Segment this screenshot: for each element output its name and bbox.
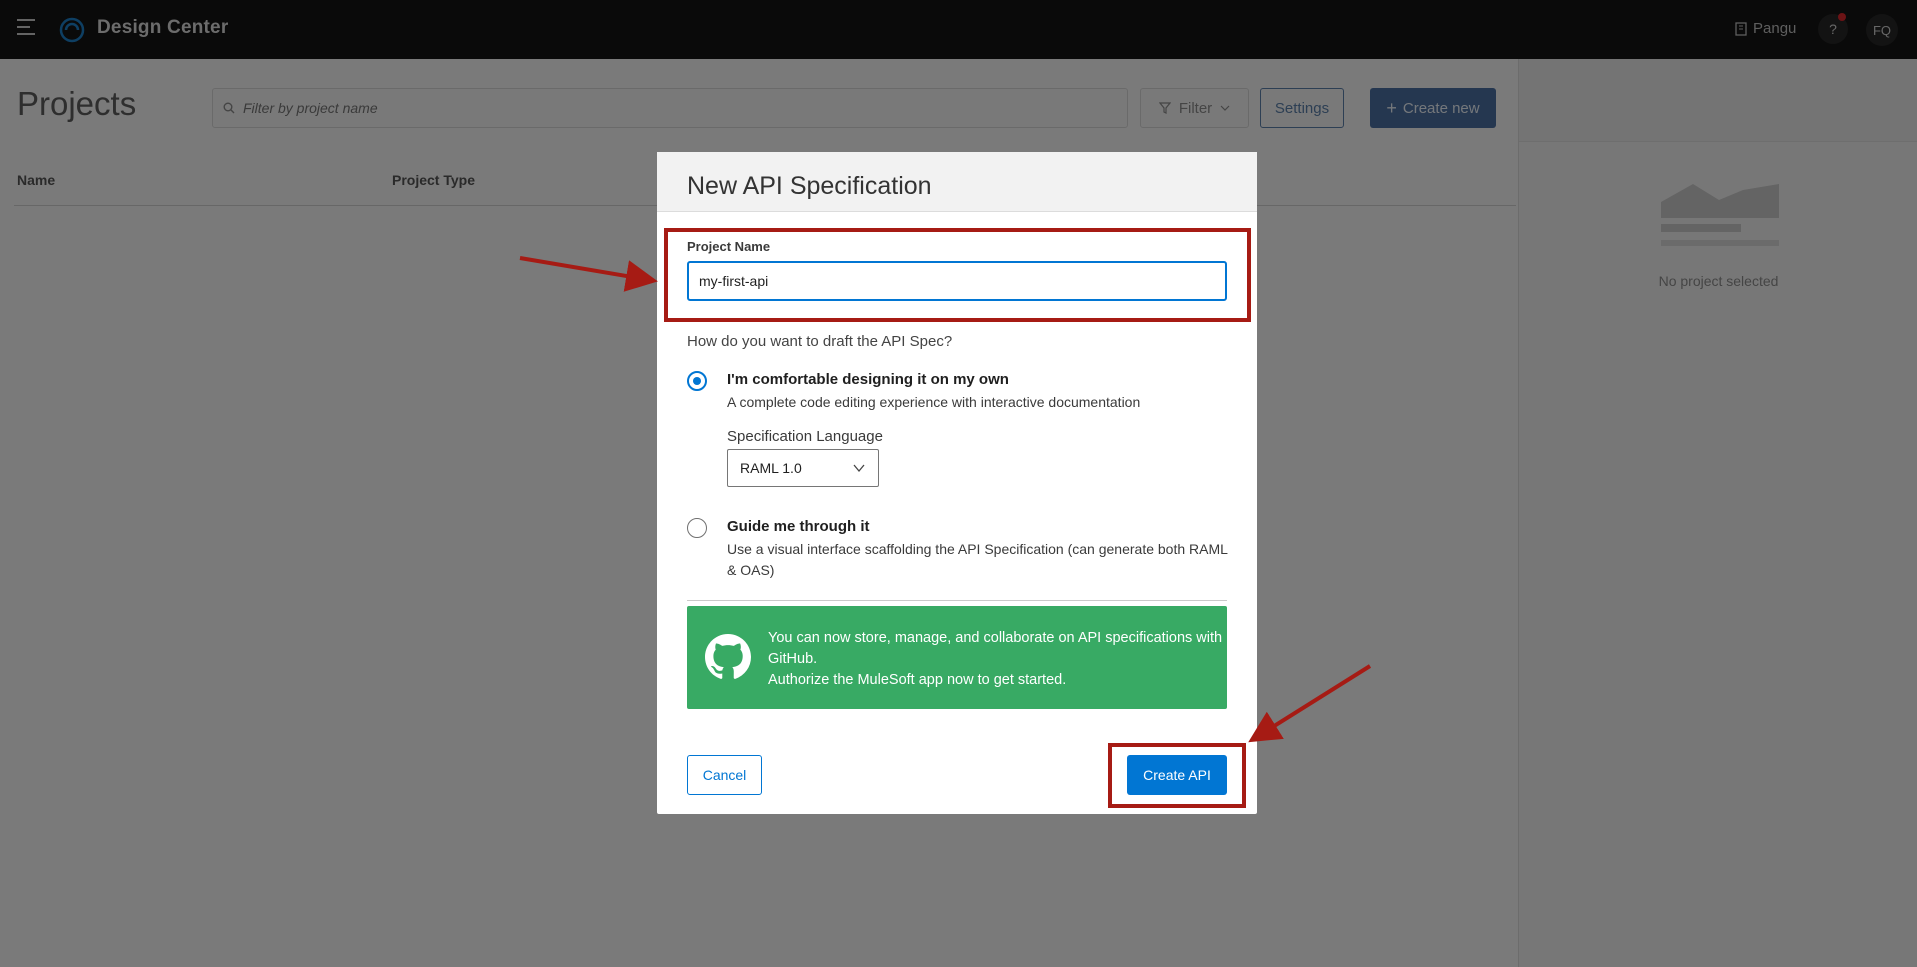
option-design-own-title[interactable]: I'm comfortable designing it on my own xyxy=(727,371,1009,388)
github-banner-line2: Authorize the MuleSoft app now to get st… xyxy=(768,672,1067,688)
spec-language-label: Specification Language xyxy=(727,428,883,445)
draft-question: How do you want to draft the API Spec? xyxy=(687,333,953,350)
spec-language-value: RAML 1.0 xyxy=(740,460,802,476)
github-icon xyxy=(705,634,751,679)
section-divider xyxy=(687,600,1227,601)
option-design-own-description: A complete code editing experience with … xyxy=(727,394,1141,410)
radio-guide-me[interactable] xyxy=(687,518,707,538)
github-banner[interactable]: You can now store, manage, and collabora… xyxy=(687,606,1227,709)
github-banner-text: You can now store, manage, and collabora… xyxy=(768,628,1228,691)
option-guide-me-description: Use a visual interface scaffolding the A… xyxy=(727,541,1228,578)
cancel-button[interactable]: Cancel xyxy=(687,755,762,795)
chevron-down-icon xyxy=(853,464,865,473)
dialog-title: New API Specification xyxy=(687,172,932,200)
spec-language-select[interactable]: RAML 1.0 xyxy=(727,449,879,487)
annotation-highlight-project-name xyxy=(664,228,1251,322)
github-banner-line1: You can now store, manage, and collabora… xyxy=(768,630,1223,667)
option-guide-me-title[interactable]: Guide me through it xyxy=(727,518,870,535)
radio-design-own[interactable] xyxy=(687,371,707,391)
annotation-highlight-create-api xyxy=(1108,743,1246,808)
dialog-header: New API Specification xyxy=(657,152,1257,212)
